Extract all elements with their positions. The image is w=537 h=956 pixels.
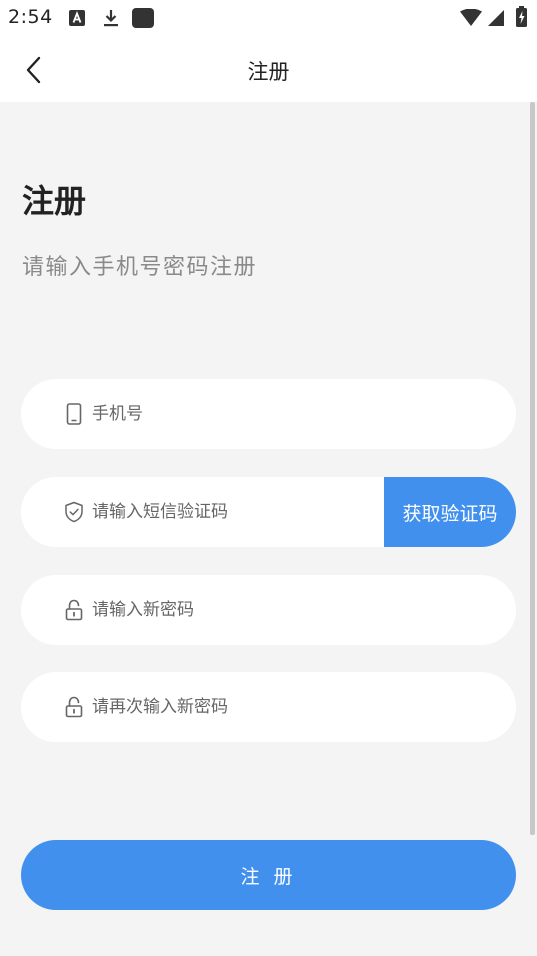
app-bar: 注册	[0, 36, 537, 102]
new-password-input[interactable]	[92, 575, 392, 645]
page-subtitle: 请输入手机号密码注册	[22, 255, 258, 280]
register-button[interactable]: 注 册	[21, 840, 516, 910]
notification-a-icon	[69, 10, 85, 26]
sms-code-field: 获取验证码	[21, 477, 516, 547]
status-time: 2:54	[8, 6, 53, 28]
status-bar: 2:54	[0, 0, 537, 36]
app-bar-title: 注册	[247, 60, 290, 84]
battery-charging-icon	[516, 6, 527, 27]
page-title: 注册	[22, 182, 87, 220]
signal-icon	[488, 10, 504, 26]
lock-icon	[63, 599, 85, 621]
scrollbar[interactable]	[530, 102, 535, 835]
lock-icon	[63, 696, 85, 718]
wifi-icon	[460, 9, 482, 26]
phone-field	[21, 379, 516, 449]
phone-icon	[63, 403, 85, 425]
new-password-field	[21, 575, 516, 645]
confirm-password-input[interactable]	[92, 672, 392, 742]
download-icon	[104, 10, 118, 27]
register-screen: 2:54 注册 注册 请输入手机号密码注册 手机号 请输入短信验证码 获取验证码…	[0, 0, 537, 956]
notification-square-icon	[132, 8, 154, 28]
phone-input[interactable]	[92, 379, 392, 449]
get-code-button[interactable]: 获取验证码	[384, 477, 516, 547]
sms-code-input[interactable]	[92, 477, 372, 547]
confirm-password-field	[21, 672, 516, 742]
shield-check-icon	[63, 501, 85, 523]
